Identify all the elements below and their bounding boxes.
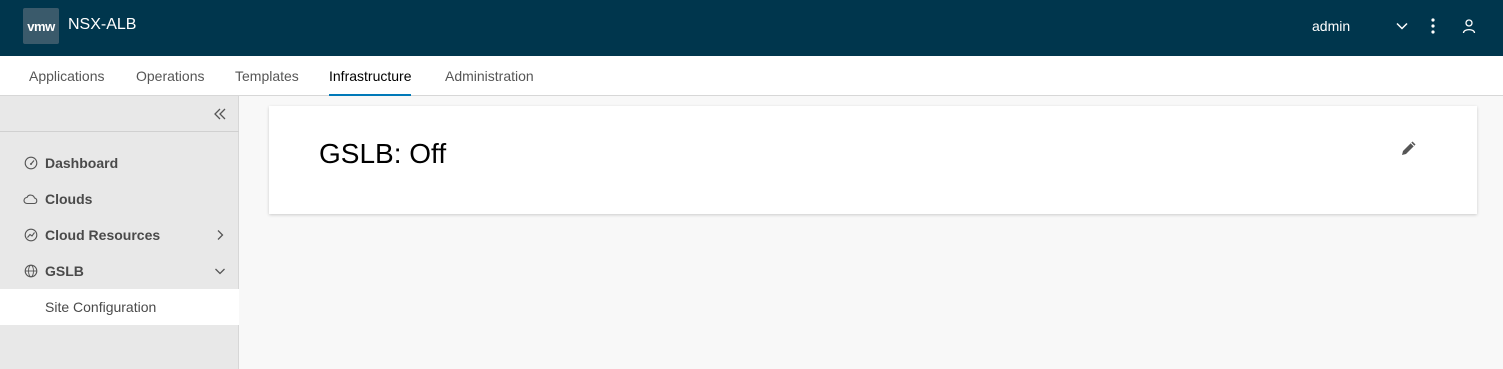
tab-operations[interactable]: Operations [136, 56, 204, 96]
gslb-status-card: GSLB: Off [269, 106, 1477, 214]
sidebar-item-cloud-resources[interactable]: Cloud Resources [0, 217, 239, 253]
tab-administration[interactable]: Administration [445, 56, 534, 96]
tab-templates[interactable]: Templates [235, 56, 299, 96]
main-nav: Applications Operations Templates Infras… [0, 56, 1503, 96]
cloud-icon [23, 192, 38, 207]
sidebar-item-label: Dashboard [45, 155, 119, 171]
vmware-logo[interactable]: vmw [23, 8, 59, 44]
chevron-down-icon[interactable] [1394, 18, 1410, 34]
top-header: vmw NSX-ALB admin [0, 0, 1503, 56]
chevron-down-icon[interactable] [213, 264, 227, 278]
cloud-resources-icon [23, 228, 38, 243]
kebab-menu-icon[interactable] [1426, 16, 1440, 36]
chevron-right-icon[interactable] [213, 228, 227, 242]
user-menu-label[interactable]: admin [1312, 18, 1350, 34]
collapse-sidebar-icon[interactable] [212, 106, 228, 122]
tab-applications[interactable]: Applications [29, 56, 105, 96]
sidebar-collapse-bar [0, 96, 239, 132]
user-icon[interactable] [1460, 17, 1478, 35]
sidebar: Dashboard Clouds Cloud Resources GSLB Si… [0, 96, 239, 369]
app-title: NSX-ALB [68, 16, 137, 33]
globe-icon [23, 264, 38, 279]
page-title: GSLB: Off [319, 138, 447, 169]
sidebar-item-gslb[interactable]: GSLB [0, 253, 239, 289]
sidebar-item-clouds[interactable]: Clouds [0, 181, 239, 217]
sidebar-subitem-label: Site Configuration [45, 299, 157, 315]
pencil-icon[interactable] [1399, 138, 1419, 158]
sidebar-item-label: Clouds [45, 191, 93, 207]
sidebar-item-dashboard[interactable]: Dashboard [0, 145, 239, 181]
sidebar-subitem-site-configuration[interactable]: Site Configuration [0, 289, 239, 325]
dashboard-icon [23, 156, 38, 171]
sidebar-item-label: GSLB [45, 263, 84, 279]
tab-infrastructure[interactable]: Infrastructure [329, 56, 412, 96]
sidebar-item-label: Cloud Resources [45, 227, 161, 243]
